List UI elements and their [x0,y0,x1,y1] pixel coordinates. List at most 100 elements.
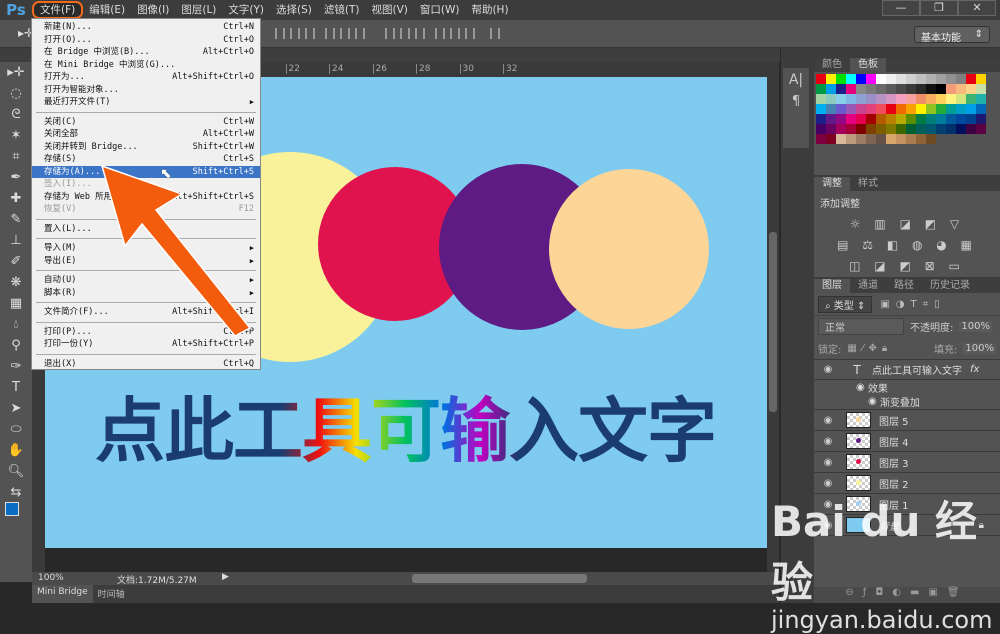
file-menu-item[interactable]: 导出(E) ▶ [32,255,260,268]
color-swatch[interactable] [876,134,886,144]
tool-icon-8[interactable]: ⊥ [0,230,32,251]
tool-icon-19[interactable]: 🔍︎ [0,461,32,482]
align-icon[interactable] [340,28,350,39]
menu-item-6[interactable]: 滤镜(T) [318,1,366,19]
align-icon[interactable] [275,28,285,39]
horizontal-scrollbar[interactable] [412,574,587,583]
color-swatch[interactable] [966,114,976,124]
gradient-overlay-row[interactable]: ◉ 渐变叠加 [814,394,1000,410]
color-swatch[interactable] [966,94,976,104]
color-swatch[interactable] [906,114,916,124]
tab-paths[interactable]: 路径 [886,279,922,293]
align-icon[interactable] [415,28,425,39]
color-swatch[interactable] [936,74,946,84]
color-swatch[interactable] [966,124,976,134]
color-swatch[interactable] [956,114,966,124]
color-swatch[interactable] [896,104,906,114]
color-swatch[interactable] [846,74,856,84]
color-swatch[interactable] [816,74,826,84]
color-swatch[interactable] [976,114,986,124]
tab-color[interactable]: 颜色 [814,58,850,72]
foreground-color-swatch[interactable] [5,502,19,516]
tool-icon-7[interactable]: ✎ [0,209,32,230]
workspace-select[interactable]: 基本功能 ⇕ [914,26,990,44]
tool-icon-1[interactable]: ◌ [0,83,32,104]
eye-icon[interactable]: ◉ [856,382,868,393]
color-swatch[interactable] [896,114,906,124]
color-swatch[interactable] [876,84,886,94]
color-swatch[interactable] [816,114,826,124]
color-swatch[interactable] [936,94,946,104]
file-menu-item[interactable]: 导入(M) ▶ [32,242,260,255]
color-swatch[interactable] [926,74,936,84]
tool-icon-3[interactable]: ✶ [0,125,32,146]
color-swatch[interactable] [926,124,936,134]
color-swatch[interactable] [966,104,976,114]
color-swatch[interactable] [946,114,956,124]
color-swatch[interactable] [916,84,926,94]
color-swatch[interactable] [886,94,896,104]
color-swatch[interactable] [856,94,866,104]
tool-icon-18[interactable]: ✋ [0,440,32,461]
restore-button[interactable]: ❐ [920,0,958,16]
tool-icon-20[interactable]: ⇆ [0,482,32,503]
color-swatch[interactable] [816,104,826,114]
tool-icon-13[interactable]: ⚲ [0,335,32,356]
tool-icon-0[interactable]: ▸✛ [0,62,32,83]
color-swatch[interactable] [906,84,916,94]
color-swatch[interactable] [836,104,846,114]
color-swatch[interactable] [896,84,906,94]
color-swatch[interactable] [826,74,836,84]
color-swatch[interactable] [876,104,886,114]
layer-row[interactable]: ◉ 图层 5 [814,410,1000,431]
zoom-level[interactable]: 100% [38,573,64,583]
align-icon[interactable] [450,28,460,39]
color-swatch[interactable] [906,104,916,114]
color-swatch[interactable] [866,114,876,124]
tab-mini-bridge[interactable]: Mini Bridge [32,585,93,603]
color-swatch[interactable] [906,124,916,134]
color-swatch[interactable] [916,114,926,124]
color-swatch[interactable] [866,94,876,104]
tab-styles[interactable]: 样式 [850,177,886,191]
align-icon[interactable] [290,28,300,39]
file-menu-item[interactable]: 打印(P)... Ctrl+P [32,326,260,339]
color-swatch[interactable] [956,94,966,104]
color-swatch[interactable] [826,114,836,124]
color-swatch[interactable] [916,104,926,114]
color-swatch[interactable] [816,84,826,94]
color-swatch[interactable] [916,134,926,144]
color-swatch[interactable] [856,134,866,144]
align-icon[interactable] [355,28,365,39]
color-swatch[interactable] [846,94,856,104]
color-swatch[interactable] [826,94,836,104]
file-menu-item[interactable]: 打开为... Alt+Shift+Ctrl+O [32,71,260,84]
menu-item-3[interactable]: 图层(L) [175,1,222,19]
color-swatch[interactable] [946,94,956,104]
color-swatch[interactable] [886,134,896,144]
align-icon[interactable] [385,28,395,39]
color-swatch[interactable] [846,134,856,144]
tab-swatches[interactable]: 色板 [850,58,886,72]
color-swatch[interactable] [976,104,986,114]
tool-icon-5[interactable]: ✒ [0,167,32,188]
color-swatch[interactable] [826,84,836,94]
color-swatch[interactable] [866,84,876,94]
color-swatch[interactable] [816,94,826,104]
file-menu-item[interactable]: 存储为(A)... Shift+Ctrl+S [32,165,260,178]
file-menu-item[interactable]: 自动(U) ▶ [32,274,260,287]
color-swatch[interactable] [926,134,936,144]
tool-icon-12[interactable]: 💧︎ [0,314,32,335]
color-swatch[interactable] [926,104,936,114]
menu-item-8[interactable]: 窗口(W) [414,1,466,19]
color-swatch[interactable] [956,104,966,114]
color-swatch[interactable] [916,94,926,104]
color-swatch[interactable] [856,84,866,94]
menu-item-7[interactable]: 视图(V) [365,1,413,19]
color-swatch[interactable] [886,124,896,134]
color-swatch[interactable] [856,74,866,84]
color-swatch[interactable] [856,124,866,134]
blend-mode-select[interactable]: 正常 [818,318,904,335]
file-menu-item[interactable]: 脚本(R) ▶ [32,287,260,300]
menu-item-4[interactable]: 文字(Y) [222,1,270,19]
